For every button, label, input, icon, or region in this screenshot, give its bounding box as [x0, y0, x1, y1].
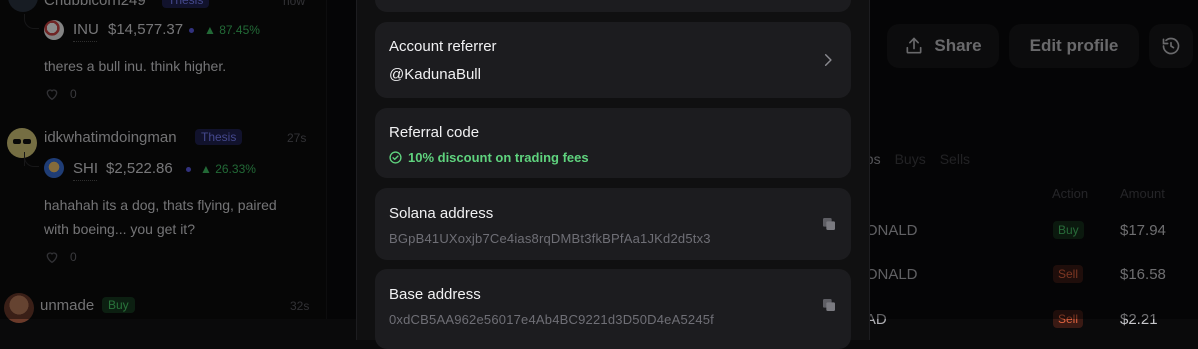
action-badge: Sell	[1053, 310, 1084, 328]
account-referrer-card[interactable]: Account referrer @KadunaBull	[375, 22, 851, 98]
post-time: now	[283, 0, 306, 8]
separator-dot	[189, 28, 194, 33]
post-username[interactable]: unmade	[40, 297, 94, 314]
check-circle-icon	[389, 151, 402, 164]
post-time: 32s	[290, 299, 310, 313]
thesis-badge: Thesis	[195, 129, 243, 145]
tab-buys[interactable]: Buys	[895, 151, 926, 167]
like-button[interactable]: 0	[44, 249, 77, 265]
referral-perk: 10% discount on trading fees	[389, 150, 589, 165]
like-count: 0	[70, 87, 77, 101]
token-symbol[interactable]: INU	[73, 21, 99, 38]
solana-address-title: Solana address	[389, 205, 494, 222]
edit-profile-button[interactable]: Edit profile	[1009, 24, 1139, 68]
trade-amount: $16.58	[1120, 266, 1166, 283]
account-details-modal: Account referrer @KadunaBull Referral co…	[356, 0, 870, 349]
column-amount: Amount	[1120, 186, 1165, 201]
like-button[interactable]: 0	[44, 86, 77, 102]
copy-icon[interactable]	[821, 216, 837, 232]
column-action: Action	[1052, 186, 1089, 201]
separator-dot	[186, 167, 191, 172]
copy-icon[interactable]	[821, 297, 837, 313]
edit-profile-label: Edit profile	[1029, 36, 1119, 55]
referral-code-title: Referral code	[389, 124, 480, 141]
tab-sells[interactable]: Sells	[940, 151, 970, 167]
heart-icon	[46, 252, 58, 264]
post-time: 27s	[287, 131, 307, 145]
post-text: hahahah its a dog, thats flying, paired …	[44, 197, 277, 237]
post-text: theres a bull inu. think higher.	[44, 58, 227, 74]
activity-feed: Chubbicorn249 Thesis now INU $14,577.37 …	[0, 0, 326, 323]
share-button[interactable]: Share	[887, 24, 999, 68]
thread-connector	[24, 14, 39, 29]
base-address-title: Base address	[389, 286, 481, 303]
solana-address-value: BGpB41UXoxjb7Ce4ias8rqDMBt3fkBPfAa1JKd2d…	[389, 231, 711, 246]
token-value: $2,522.86	[106, 160, 173, 177]
token-symbol[interactable]: SHI	[73, 160, 98, 177]
like-count: 0	[70, 250, 77, 264]
account-referrer-value: @KadunaBull	[389, 66, 481, 83]
base-address-card[interactable]: Base address 0xdCB5AA962e56017e4Ab4BC922…	[375, 269, 851, 349]
history-button[interactable]	[1149, 24, 1193, 68]
thesis-badge: Thesis	[162, 0, 210, 8]
trade-tabs: aps Buys Sells	[858, 151, 970, 167]
post-username[interactable]: idkwhatimdoingman	[44, 129, 177, 146]
action-badge: Sell	[1053, 265, 1084, 283]
trade-amount: $17.94	[1120, 222, 1166, 239]
token-value: $14,577.37	[108, 21, 184, 38]
thread-connector	[24, 152, 39, 167]
base-address-value: 0xdCB5AA962e56017e4Ab4BC9221d3D50D4eA524…	[389, 312, 714, 327]
token-change: ▲ 87.45%	[204, 23, 260, 37]
history-icon	[1162, 37, 1180, 55]
chevron-right-icon	[824, 54, 832, 66]
post-username[interactable]: Chubbicorn249	[44, 0, 146, 9]
previous-card	[375, 0, 851, 12]
share-icon	[906, 37, 922, 54]
action-badge: Buy	[1053, 221, 1084, 239]
avatar[interactable]	[8, 0, 38, 12]
solana-address-card[interactable]: Solana address BGpB41UXoxjb7Ce4ias8rqDMB…	[375, 188, 851, 260]
shi-token-icon	[44, 158, 64, 178]
buy-badge: Buy	[102, 297, 135, 313]
trade-amount: $2.21	[1120, 311, 1158, 328]
share-label: Share	[934, 36, 982, 55]
inu-token-icon	[44, 20, 64, 40]
token-change: ▲ 26.33%	[200, 162, 256, 176]
heart-icon	[46, 89, 58, 101]
account-referrer-title: Account referrer	[389, 38, 497, 55]
referral-code-card: Referral code 10% discount on trading fe…	[375, 108, 851, 178]
